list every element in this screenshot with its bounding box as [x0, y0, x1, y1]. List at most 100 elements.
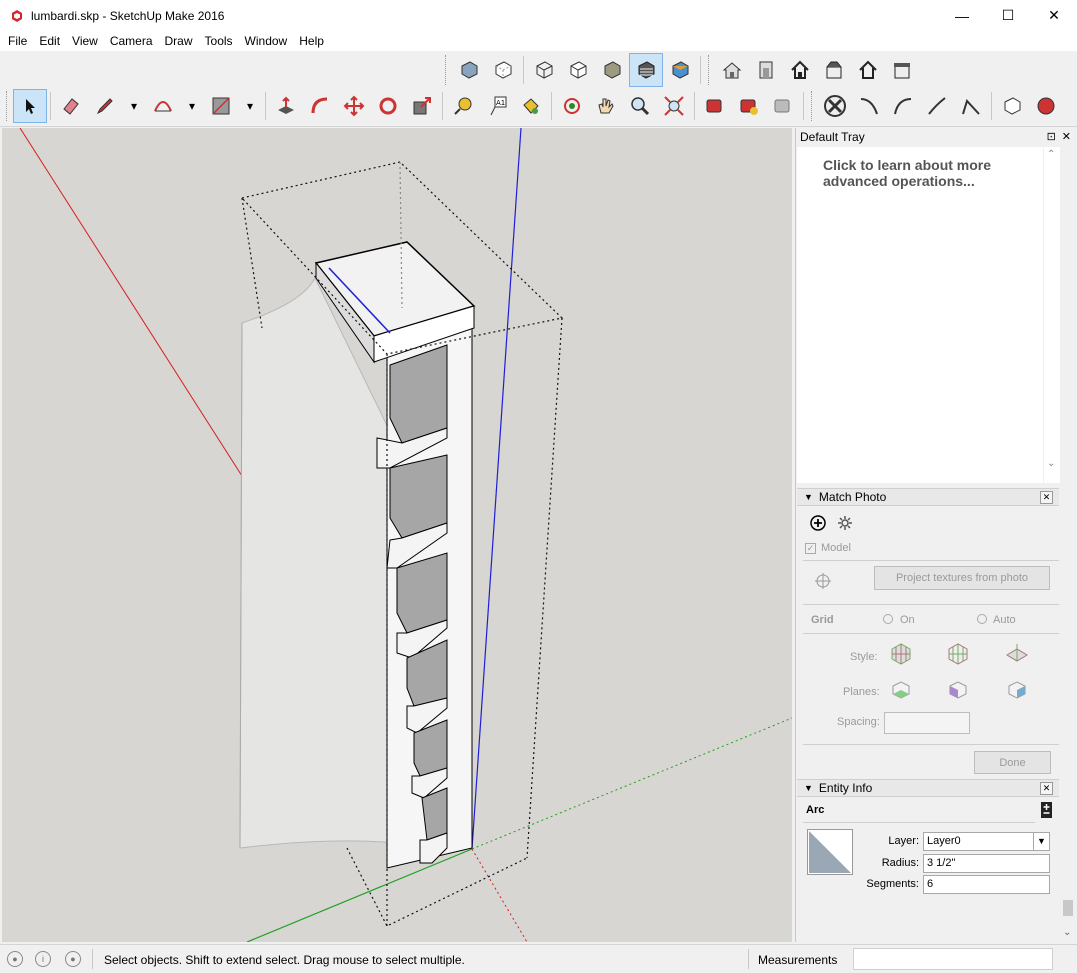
- menu-draw[interactable]: Draw: [159, 34, 199, 48]
- wall-plane-icon[interactable]: [947, 679, 969, 701]
- add-photo-icon[interactable]: [809, 514, 827, 532]
- menu-camera[interactable]: Camera: [104, 34, 159, 48]
- rotate-icon[interactable]: [371, 89, 405, 123]
- grid-style-3-icon[interactable]: [1004, 641, 1030, 667]
- push-pull-icon[interactable]: [269, 89, 303, 123]
- segments-field[interactable]: 6: [923, 875, 1050, 894]
- material-swatch[interactable]: [807, 829, 853, 875]
- text-icon[interactable]: A1: [480, 89, 514, 123]
- toolbar-grip[interactable]: [708, 55, 711, 85]
- scale-icon[interactable]: [405, 89, 439, 123]
- shaded-textures-icon[interactable]: [629, 53, 663, 87]
- user-account-icon[interactable]: ●: [65, 951, 81, 967]
- arc-dropdown-icon[interactable]: ▾: [180, 89, 204, 123]
- dropdown-arrow-icon[interactable]: ▼: [1033, 833, 1049, 850]
- tray-scroll-thumb[interactable]: [1063, 900, 1073, 916]
- curve-icon[interactable]: [886, 89, 920, 123]
- menu-edit[interactable]: Edit: [33, 34, 66, 48]
- project-textures-button[interactable]: Project textures from photo: [874, 566, 1050, 590]
- tape-measure-icon[interactable]: [446, 89, 480, 123]
- entity-info-header[interactable]: ▼ Entity Info ✕: [797, 779, 1059, 797]
- follow-me-icon[interactable]: [303, 89, 337, 123]
- model-viewport[interactable]: [2, 128, 792, 942]
- pencil-icon[interactable]: [88, 89, 122, 123]
- menu-help[interactable]: Help: [293, 34, 330, 48]
- back-edges-icon[interactable]: [486, 53, 520, 87]
- bezier-icon[interactable]: [852, 89, 886, 123]
- pan-icon[interactable]: [589, 89, 623, 123]
- pin-icon[interactable]: ⊡: [1047, 130, 1056, 143]
- geo-location-icon[interactable]: ●: [7, 951, 23, 967]
- extension-warehouse-icon[interactable]: [817, 53, 851, 87]
- layer-select[interactable]: Layer0 ▼: [923, 832, 1050, 851]
- shaded-icon[interactable]: [595, 53, 629, 87]
- add-location-icon[interactable]: [732, 89, 766, 123]
- move-icon[interactable]: [337, 89, 371, 123]
- xray-icon[interactable]: [452, 53, 486, 87]
- model-checkbox[interactable]: ✓: [805, 543, 816, 554]
- minimize-button[interactable]: —: [939, 0, 985, 31]
- measurements-input[interactable]: [853, 948, 1053, 970]
- maximize-button[interactable]: ☐: [985, 0, 1031, 31]
- side-plane-icon[interactable]: [1006, 679, 1028, 701]
- spacing-field[interactable]: [884, 712, 970, 734]
- component-warehouse-icon[interactable]: [783, 53, 817, 87]
- collapse-triangle-icon[interactable]: ▼: [804, 492, 813, 502]
- tray-scrollbar[interactable]: ⌄: [1060, 488, 1076, 940]
- instructor-scrollbar[interactable]: ⌃ ⌄: [1044, 147, 1060, 483]
- polyline-icon[interactable]: [954, 89, 988, 123]
- settings-gear-icon[interactable]: [837, 515, 853, 531]
- grid-style-2-icon[interactable]: [945, 641, 971, 667]
- match-photo-header[interactable]: ▼ Match Photo ✕: [797, 488, 1059, 506]
- toolbar-grip[interactable]: [445, 55, 448, 85]
- menu-view[interactable]: View: [66, 34, 104, 48]
- grid-style-1-icon[interactable]: [888, 641, 914, 667]
- close-button[interactable]: ✕: [1031, 0, 1077, 31]
- box-icon[interactable]: [995, 89, 1029, 123]
- select-icon[interactable]: [13, 89, 47, 123]
- solid-tools-icon[interactable]: [818, 89, 852, 123]
- menu-window[interactable]: Window: [239, 34, 294, 48]
- rectangle-dropdown-icon[interactable]: ▾: [238, 89, 262, 123]
- trimble-connect-icon[interactable]: [698, 89, 732, 123]
- orbit-icon[interactable]: [555, 89, 589, 123]
- rectangle-icon[interactable]: [204, 89, 238, 123]
- monochrome-icon[interactable]: [663, 53, 697, 87]
- tray-scroll-down-icon[interactable]: ⌄: [1063, 927, 1071, 938]
- paint-bucket-icon[interactable]: [514, 89, 548, 123]
- model-drawing[interactable]: [2, 128, 792, 942]
- match-photo-close-icon[interactable]: ✕: [1040, 490, 1053, 504]
- grid-on-radio[interactable]: [883, 614, 893, 624]
- menu-tools[interactable]: Tools: [199, 34, 239, 48]
- warehouse-icon[interactable]: [715, 53, 749, 87]
- zoom-extents-icon[interactable]: [657, 89, 691, 123]
- sandbox-icon[interactable]: [1029, 89, 1063, 123]
- toolbar-grip[interactable]: [811, 91, 814, 121]
- radius-field[interactable]: 3 1/2": [923, 854, 1050, 873]
- arc-icon[interactable]: [146, 89, 180, 123]
- grid-auto-radio[interactable]: [977, 614, 987, 624]
- pencil-dropdown-icon[interactable]: ▾: [122, 89, 146, 123]
- layout-icon[interactable]: [766, 89, 800, 123]
- share-model-icon[interactable]: [749, 53, 783, 87]
- crosshair-icon[interactable]: [814, 572, 832, 590]
- wireframe-icon[interactable]: [527, 53, 561, 87]
- scroll-up-icon[interactable]: ⌃: [1047, 149, 1055, 160]
- toggle-details-icon[interactable]: [1041, 802, 1052, 818]
- hidden-line-icon[interactable]: [561, 53, 595, 87]
- eraser-icon[interactable]: [54, 89, 88, 123]
- toolbar-grip[interactable]: [6, 91, 9, 121]
- menu-file[interactable]: File: [2, 34, 33, 48]
- get-models-icon[interactable]: [885, 53, 919, 87]
- collapse-triangle-icon[interactable]: ▼: [804, 783, 813, 793]
- spline-icon[interactable]: [920, 89, 954, 123]
- zoom-icon[interactable]: [623, 89, 657, 123]
- done-button[interactable]: Done: [974, 751, 1051, 774]
- scroll-down-icon[interactable]: ⌄: [1047, 458, 1055, 469]
- share-component-icon[interactable]: [851, 53, 885, 87]
- ground-plane-icon[interactable]: [890, 679, 912, 701]
- entity-info-close-icon[interactable]: ✕: [1040, 781, 1053, 795]
- instructor-text[interactable]: Click to learn about more advanced opera…: [823, 157, 1023, 189]
- credits-info-icon[interactable]: i: [35, 951, 51, 967]
- tray-close-icon[interactable]: ✕: [1062, 130, 1071, 143]
